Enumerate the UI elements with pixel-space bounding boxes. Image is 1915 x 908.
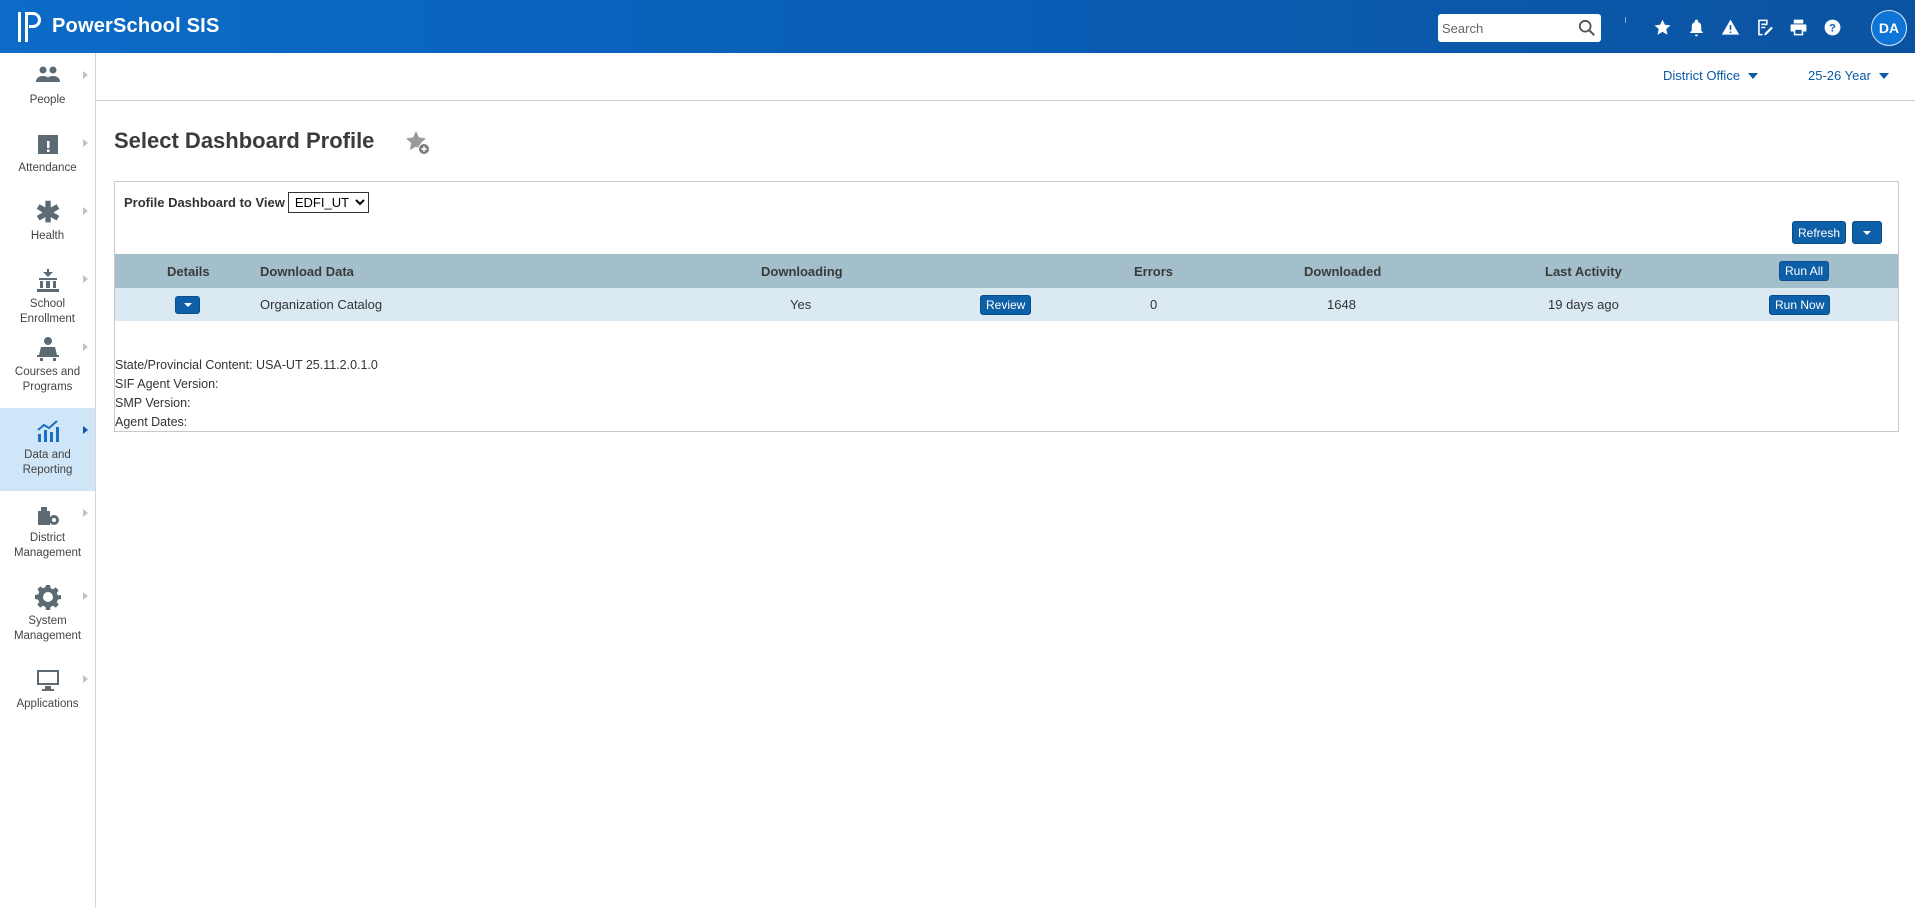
people-icon: [35, 63, 61, 89]
add-favorite-icon[interactable]: [404, 129, 432, 157]
school-icon: [35, 267, 61, 293]
column-header-download-data: Download Data: [260, 263, 354, 279]
column-header-last-activity: Last Activity: [1545, 263, 1622, 279]
sidebar-item-health[interactable]: Health: [0, 189, 95, 257]
chart-icon: [35, 418, 61, 444]
chevron-right-icon: [83, 343, 88, 351]
attendance-icon: [35, 131, 61, 157]
chevron-right-icon: [83, 139, 88, 147]
chevron-right-icon: [83, 592, 88, 600]
chevron-down-icon: [1863, 230, 1871, 235]
column-header-downloaded: Downloaded: [1304, 263, 1382, 279]
review-cell: Review: [980, 288, 1032, 321]
search-input[interactable]: [1442, 20, 1572, 36]
sidebar-item-label: Courses and Programs: [14, 366, 81, 393]
app-logo[interactable]: PowerSchool SIS: [16, 10, 219, 44]
sidebar-item-label: School Enrollment: [20, 298, 75, 325]
download-data-cell: Organization Catalog: [260, 297, 383, 312]
smp-version-line: SMP Version:: [115, 396, 191, 410]
sidebar-item-courses-and-programs[interactable]: Courses and Programs: [0, 325, 95, 408]
run-all-cell: Run All: [1779, 254, 1830, 288]
refresh-options-button[interactable]: [1852, 221, 1882, 244]
review-button[interactable]: Review: [980, 294, 1032, 315]
monitor-icon: [35, 667, 61, 693]
health-icon: [35, 199, 61, 225]
page-title: Select Dashboard Profile: [114, 128, 375, 153]
profile-row: Profile Dashboard to View EDFI_UT: [124, 192, 369, 213]
chevron-down-icon: [183, 302, 192, 307]
sidebar-item-applications[interactable]: Applications: [0, 657, 95, 725]
dashboard-panel: Profile Dashboard to View EDFI_UT Refres…: [114, 181, 1899, 432]
chevron-down-icon: [1878, 72, 1889, 79]
edit-form-icon[interactable]: [1752, 15, 1776, 39]
sidebar-item-label: Attendance: [18, 162, 77, 174]
sidebar-item-people[interactable]: People: [0, 53, 95, 121]
sidebar-item-label: People: [29, 94, 66, 106]
sidebar-item-label: District Management: [13, 532, 82, 559]
sidebar-item-data-and-reporting[interactable]: Data and Reporting: [0, 408, 95, 491]
downloading-cell: Yes: [790, 297, 812, 312]
header-icons: ?: [1650, 15, 1844, 39]
last-activity-cell: 19 days ago: [1548, 297, 1619, 312]
term-selector-label: 25-26 Year: [1808, 68, 1871, 83]
school-selector[interactable]: District Office: [1663, 68, 1759, 83]
term-selector[interactable]: 25-26 Year: [1808, 68, 1889, 83]
details-expand-button[interactable]: [175, 295, 200, 314]
refresh-button[interactable]: Refresh: [1792, 221, 1846, 244]
run-all-button[interactable]: Run All: [1779, 261, 1830, 281]
sidebar-item-label: System Management: [13, 615, 82, 642]
svg-text:?: ?: [1829, 22, 1836, 34]
sidebar-item-system-management[interactable]: System Management: [0, 574, 95, 657]
app-name: PowerSchool SIS: [52, 15, 220, 37]
user-avatar[interactable]: DA: [1871, 10, 1907, 46]
print-icon[interactable]: [1786, 15, 1810, 39]
powerschool-logo-icon: [18, 11, 41, 42]
sidebar: People Attendance Health School Enrollme…: [0, 53, 96, 908]
school-selector-label: District Office: [1663, 68, 1741, 83]
errors-cell: 0: [1150, 297, 1158, 312]
alert-icon[interactable]: [1718, 15, 1742, 39]
sidebar-item-school-enrollment[interactable]: School Enrollment: [0, 257, 95, 325]
sidebar-item-attendance[interactable]: Attendance: [0, 121, 95, 189]
sidebar-item-district-management[interactable]: District Management: [0, 491, 95, 574]
sidebar-item-label: Health: [30, 230, 65, 242]
chevron-right-icon: [83, 675, 88, 683]
column-header-downloading: Downloading: [761, 263, 843, 279]
sidebar-item-label: Applications: [16, 698, 79, 710]
column-header-details: Details: [167, 263, 210, 279]
version-info: State/Provincial Content: USA-UT 25.11.2…: [115, 356, 378, 432]
star-icon[interactable]: [1650, 15, 1674, 39]
table-header: Details Download Data Downloading Errors…: [115, 254, 1898, 288]
profile-label: Profile Dashboard to View: [124, 195, 285, 210]
top-header: PowerSchool SIS ? DA: [0, 0, 1915, 53]
bell-icon[interactable]: [1684, 15, 1708, 39]
details-cell: [175, 288, 200, 321]
agent-dates-line: Agent Dates:: [115, 415, 188, 429]
state-content-line: State/Provincial Content: USA-UT 25.11.2…: [115, 358, 378, 372]
chevron-right-icon: [83, 275, 88, 283]
run-now-button[interactable]: Run Now: [1769, 294, 1831, 315]
sif-agent-line: SIF Agent Version:: [115, 377, 219, 391]
courses-icon: [35, 335, 61, 361]
help-icon[interactable]: ?: [1820, 15, 1844, 39]
search-icon[interactable]: [1578, 19, 1596, 37]
gear-icon: [34, 584, 61, 610]
context-bar: District Office 25-26 Year: [96, 53, 1915, 101]
district-icon: [35, 501, 61, 527]
header-divider: [1625, 17, 1626, 23]
chevron-down-icon: [1748, 72, 1759, 79]
search-box: [1438, 14, 1601, 42]
column-header-errors: Errors: [1134, 263, 1174, 279]
downloaded-cell: 1648: [1327, 297, 1356, 312]
table-row: Organization Catalog Yes Review 0 1648 1…: [115, 288, 1898, 321]
chevron-right-icon: [83, 71, 88, 79]
chevron-right-icon: [83, 426, 88, 434]
run-now-cell: Run Now: [1769, 288, 1831, 321]
profile-select[interactable]: EDFI_UT: [287, 192, 369, 213]
chevron-right-icon: [83, 509, 88, 517]
sidebar-item-label: Data and Reporting: [22, 449, 73, 476]
chevron-right-icon: [83, 207, 88, 215]
